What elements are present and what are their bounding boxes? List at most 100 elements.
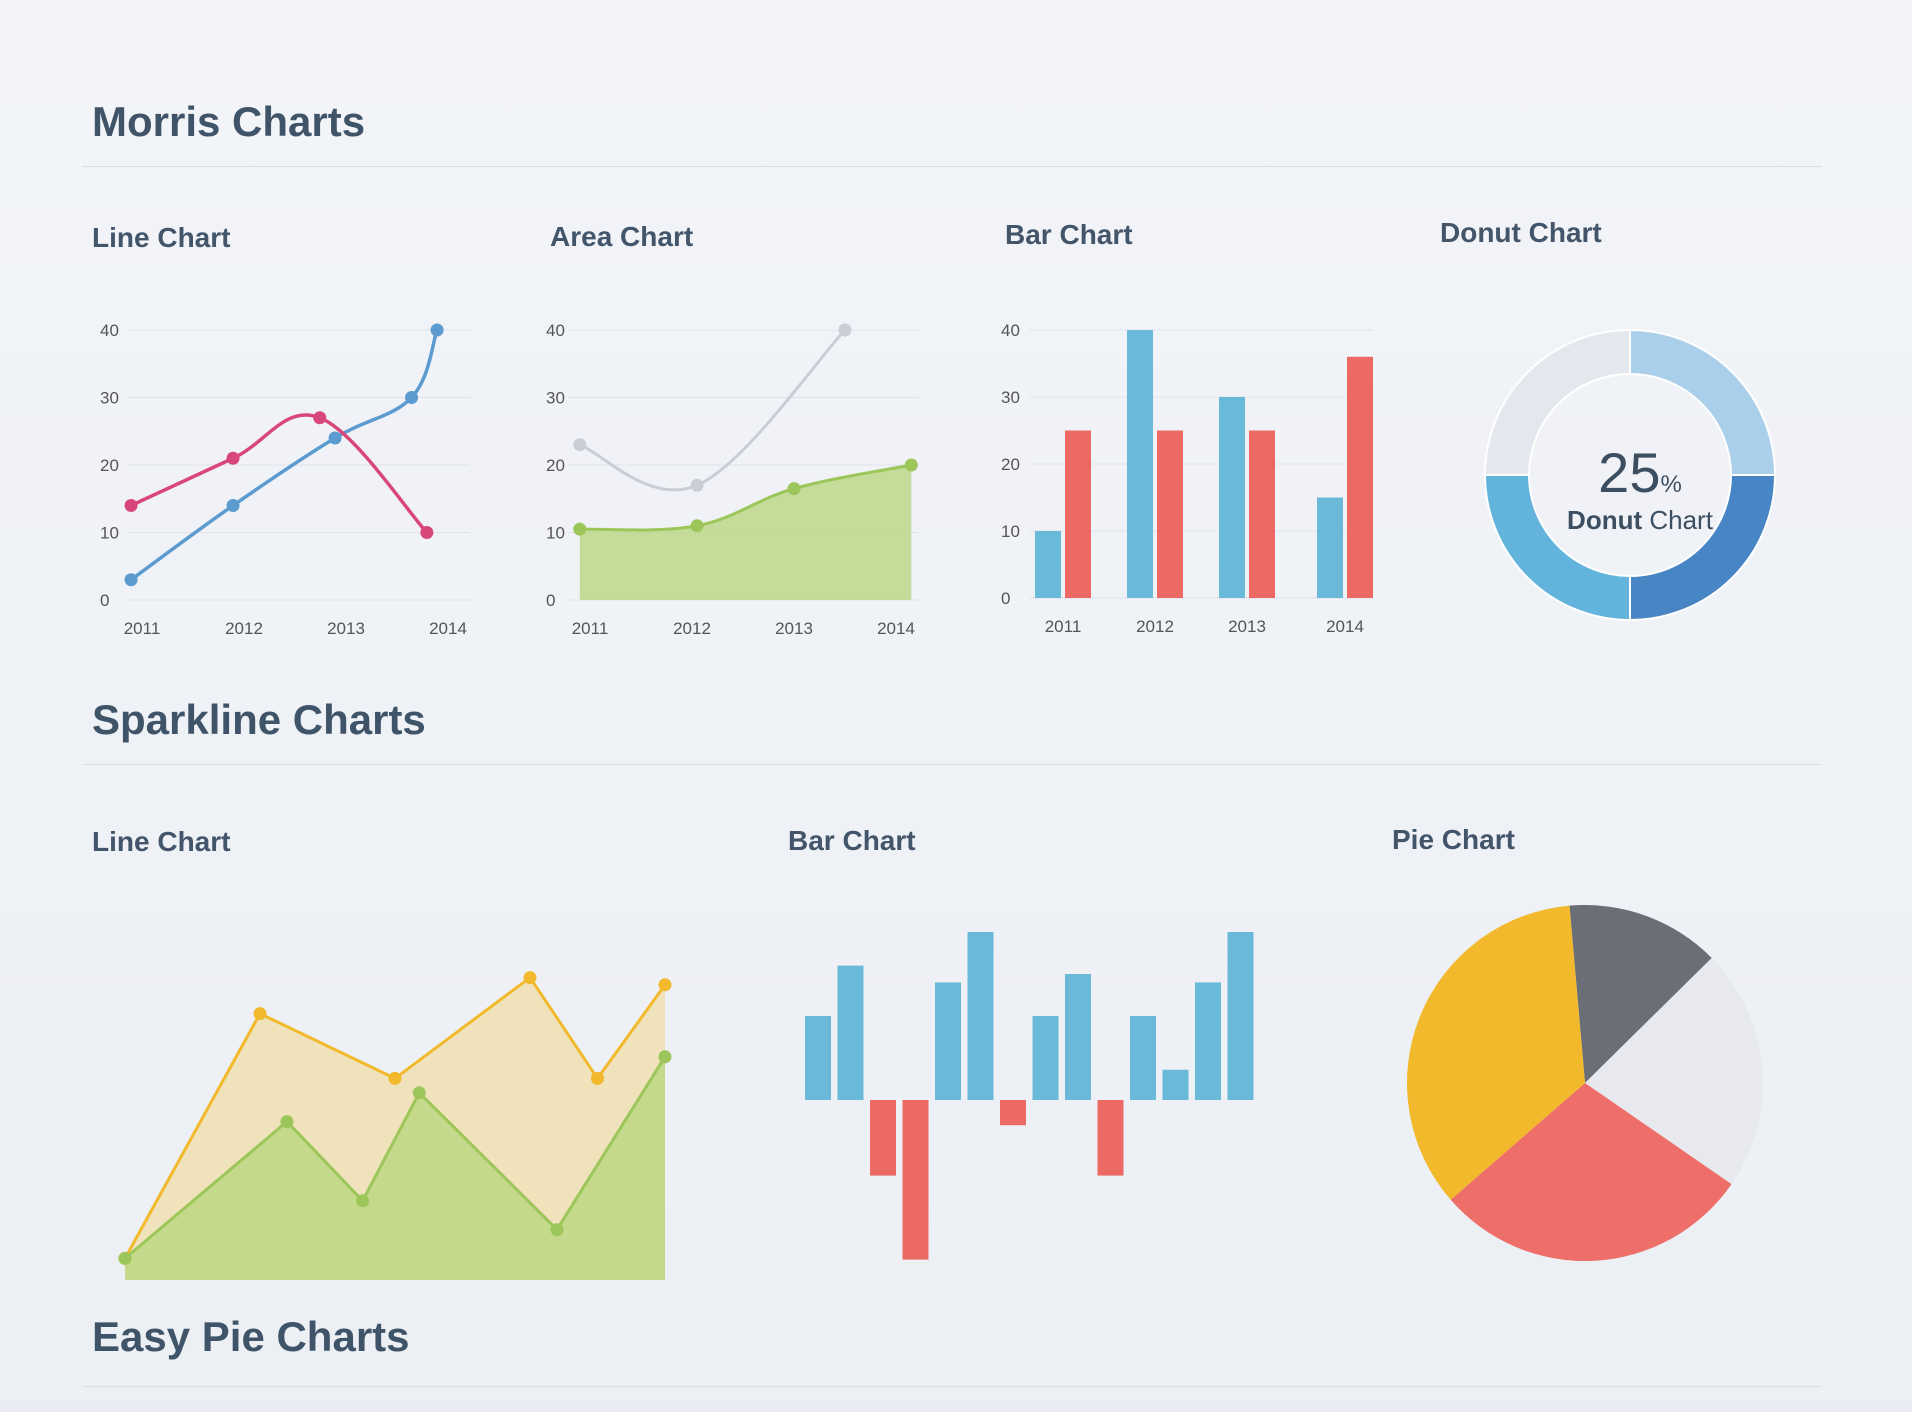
data-point bbox=[523, 971, 537, 985]
data-point bbox=[658, 1050, 672, 1064]
morris-bar-chart: 0 10 20 30 40 2011 2012 2013 2014 bbox=[1001, 321, 1373, 636]
data-point bbox=[690, 519, 704, 533]
data-point bbox=[690, 478, 704, 492]
x-tick-label: 2014 bbox=[1326, 617, 1364, 636]
x-tick-label: 2013 bbox=[327, 619, 365, 638]
x-tick-label: 2014 bbox=[429, 619, 467, 638]
y-tick-label: 40 bbox=[1001, 321, 1020, 340]
data-point bbox=[838, 323, 852, 337]
bar bbox=[1317, 497, 1343, 598]
bar bbox=[1000, 1100, 1026, 1126]
bar bbox=[805, 1016, 831, 1100]
chart-title-morris-bar: Bar Chart bbox=[1005, 219, 1133, 250]
series-line bbox=[579, 328, 847, 492]
bar bbox=[1227, 932, 1254, 1100]
chart-title-spark-pie: Pie Chart bbox=[1392, 824, 1515, 855]
y-tick-label: 10 bbox=[546, 524, 565, 543]
data-point bbox=[124, 499, 138, 512]
section-title-easy-pie: Easy Pie Charts bbox=[92, 1313, 410, 1360]
data-point bbox=[573, 438, 587, 452]
x-tick-label: 2013 bbox=[1228, 617, 1266, 636]
bar bbox=[1035, 531, 1061, 598]
data-point bbox=[550, 1223, 564, 1237]
divider bbox=[82, 166, 1822, 167]
x-tick-label: 2014 bbox=[877, 619, 915, 638]
data-point bbox=[280, 1115, 294, 1129]
chart-title-morris-donut: Donut Chart bbox=[1440, 217, 1602, 248]
data-point bbox=[430, 323, 444, 337]
data-point bbox=[388, 1071, 402, 1085]
bar bbox=[1347, 356, 1373, 598]
y-tick-label: 0 bbox=[100, 591, 109, 610]
data-point bbox=[226, 499, 240, 512]
section-title-sparkline: Sparkline Charts bbox=[92, 696, 426, 743]
data-point bbox=[591, 1071, 604, 1085]
data-point bbox=[787, 482, 801, 496]
y-tick-label: 10 bbox=[1001, 522, 1020, 541]
x-tick-label: 2011 bbox=[1045, 617, 1082, 636]
x-tick-label: 2012 bbox=[673, 619, 711, 638]
y-tick-label: 20 bbox=[546, 456, 565, 475]
data-point bbox=[405, 391, 419, 404]
x-tick-label: 2013 bbox=[775, 619, 813, 638]
bar bbox=[1097, 1100, 1124, 1176]
x-tick-label: 2012 bbox=[225, 619, 263, 638]
bar bbox=[1249, 430, 1275, 598]
bar bbox=[1162, 1069, 1189, 1100]
data-point bbox=[412, 1086, 426, 1100]
bar bbox=[837, 965, 864, 1100]
data-point bbox=[658, 978, 672, 992]
data-point bbox=[226, 451, 240, 465]
y-tick-label: 30 bbox=[100, 389, 119, 408]
bar bbox=[1219, 397, 1245, 598]
donut-label-bold: Donut bbox=[1567, 505, 1643, 535]
data-point bbox=[573, 522, 587, 536]
x-tick-label: 2011 bbox=[572, 619, 609, 638]
bar bbox=[1130, 1016, 1156, 1100]
x-tick-label: 2011 bbox=[124, 619, 161, 638]
data-point bbox=[420, 526, 434, 539]
y-tick-label: 10 bbox=[100, 524, 119, 543]
donut-value: 25 bbox=[1598, 441, 1661, 504]
divider bbox=[82, 1386, 1822, 1387]
y-tick-label: 30 bbox=[1001, 388, 1020, 407]
x-tick-label: 2012 bbox=[1136, 617, 1174, 636]
morris-area-chart: 0 10 20 30 40 2011 2012 2013 2014 bbox=[546, 321, 918, 638]
data-point bbox=[118, 1251, 132, 1265]
y-tick-label: 0 bbox=[1001, 589, 1010, 608]
sparkline-bar-chart bbox=[805, 932, 1254, 1260]
y-tick-label: 20 bbox=[1001, 455, 1020, 474]
donut-center-label: 25% Donut Chart bbox=[1510, 440, 1770, 536]
data-point bbox=[313, 411, 327, 425]
y-tick-label: 20 bbox=[100, 456, 119, 475]
bar bbox=[1032, 1016, 1059, 1100]
sparkline-line-chart bbox=[118, 971, 672, 1280]
section-title-morris: Morris Charts bbox=[92, 98, 366, 145]
bar bbox=[935, 982, 961, 1100]
sparkline-pie-chart bbox=[1407, 905, 1763, 1261]
bar bbox=[902, 1100, 929, 1260]
data-point bbox=[904, 458, 918, 472]
bar bbox=[1157, 430, 1183, 598]
area-fill bbox=[579, 465, 912, 600]
divider bbox=[82, 764, 1822, 765]
bar bbox=[1127, 330, 1153, 598]
chart-title-morris-area: Area Chart bbox=[550, 221, 694, 252]
bar bbox=[870, 1100, 896, 1176]
chart-title-spark-bar: Bar Chart bbox=[788, 825, 916, 856]
y-tick-label: 0 bbox=[546, 591, 555, 610]
series-line bbox=[130, 329, 439, 582]
data-point bbox=[124, 573, 138, 587]
y-tick-label: 30 bbox=[546, 389, 565, 408]
bar bbox=[1065, 430, 1091, 598]
data-point bbox=[356, 1194, 370, 1208]
data-point bbox=[328, 431, 342, 445]
y-tick-label: 40 bbox=[100, 321, 119, 340]
donut-label-rest: Chart bbox=[1642, 505, 1713, 535]
bar bbox=[1065, 974, 1091, 1100]
y-tick-label: 40 bbox=[546, 321, 565, 340]
chart-title-morris-line: Line Chart bbox=[92, 222, 231, 253]
bar bbox=[1195, 982, 1221, 1100]
bar bbox=[967, 932, 994, 1100]
morris-line-chart: 0 10 20 30 40 2011 2012 2013 2014 bbox=[100, 321, 470, 638]
